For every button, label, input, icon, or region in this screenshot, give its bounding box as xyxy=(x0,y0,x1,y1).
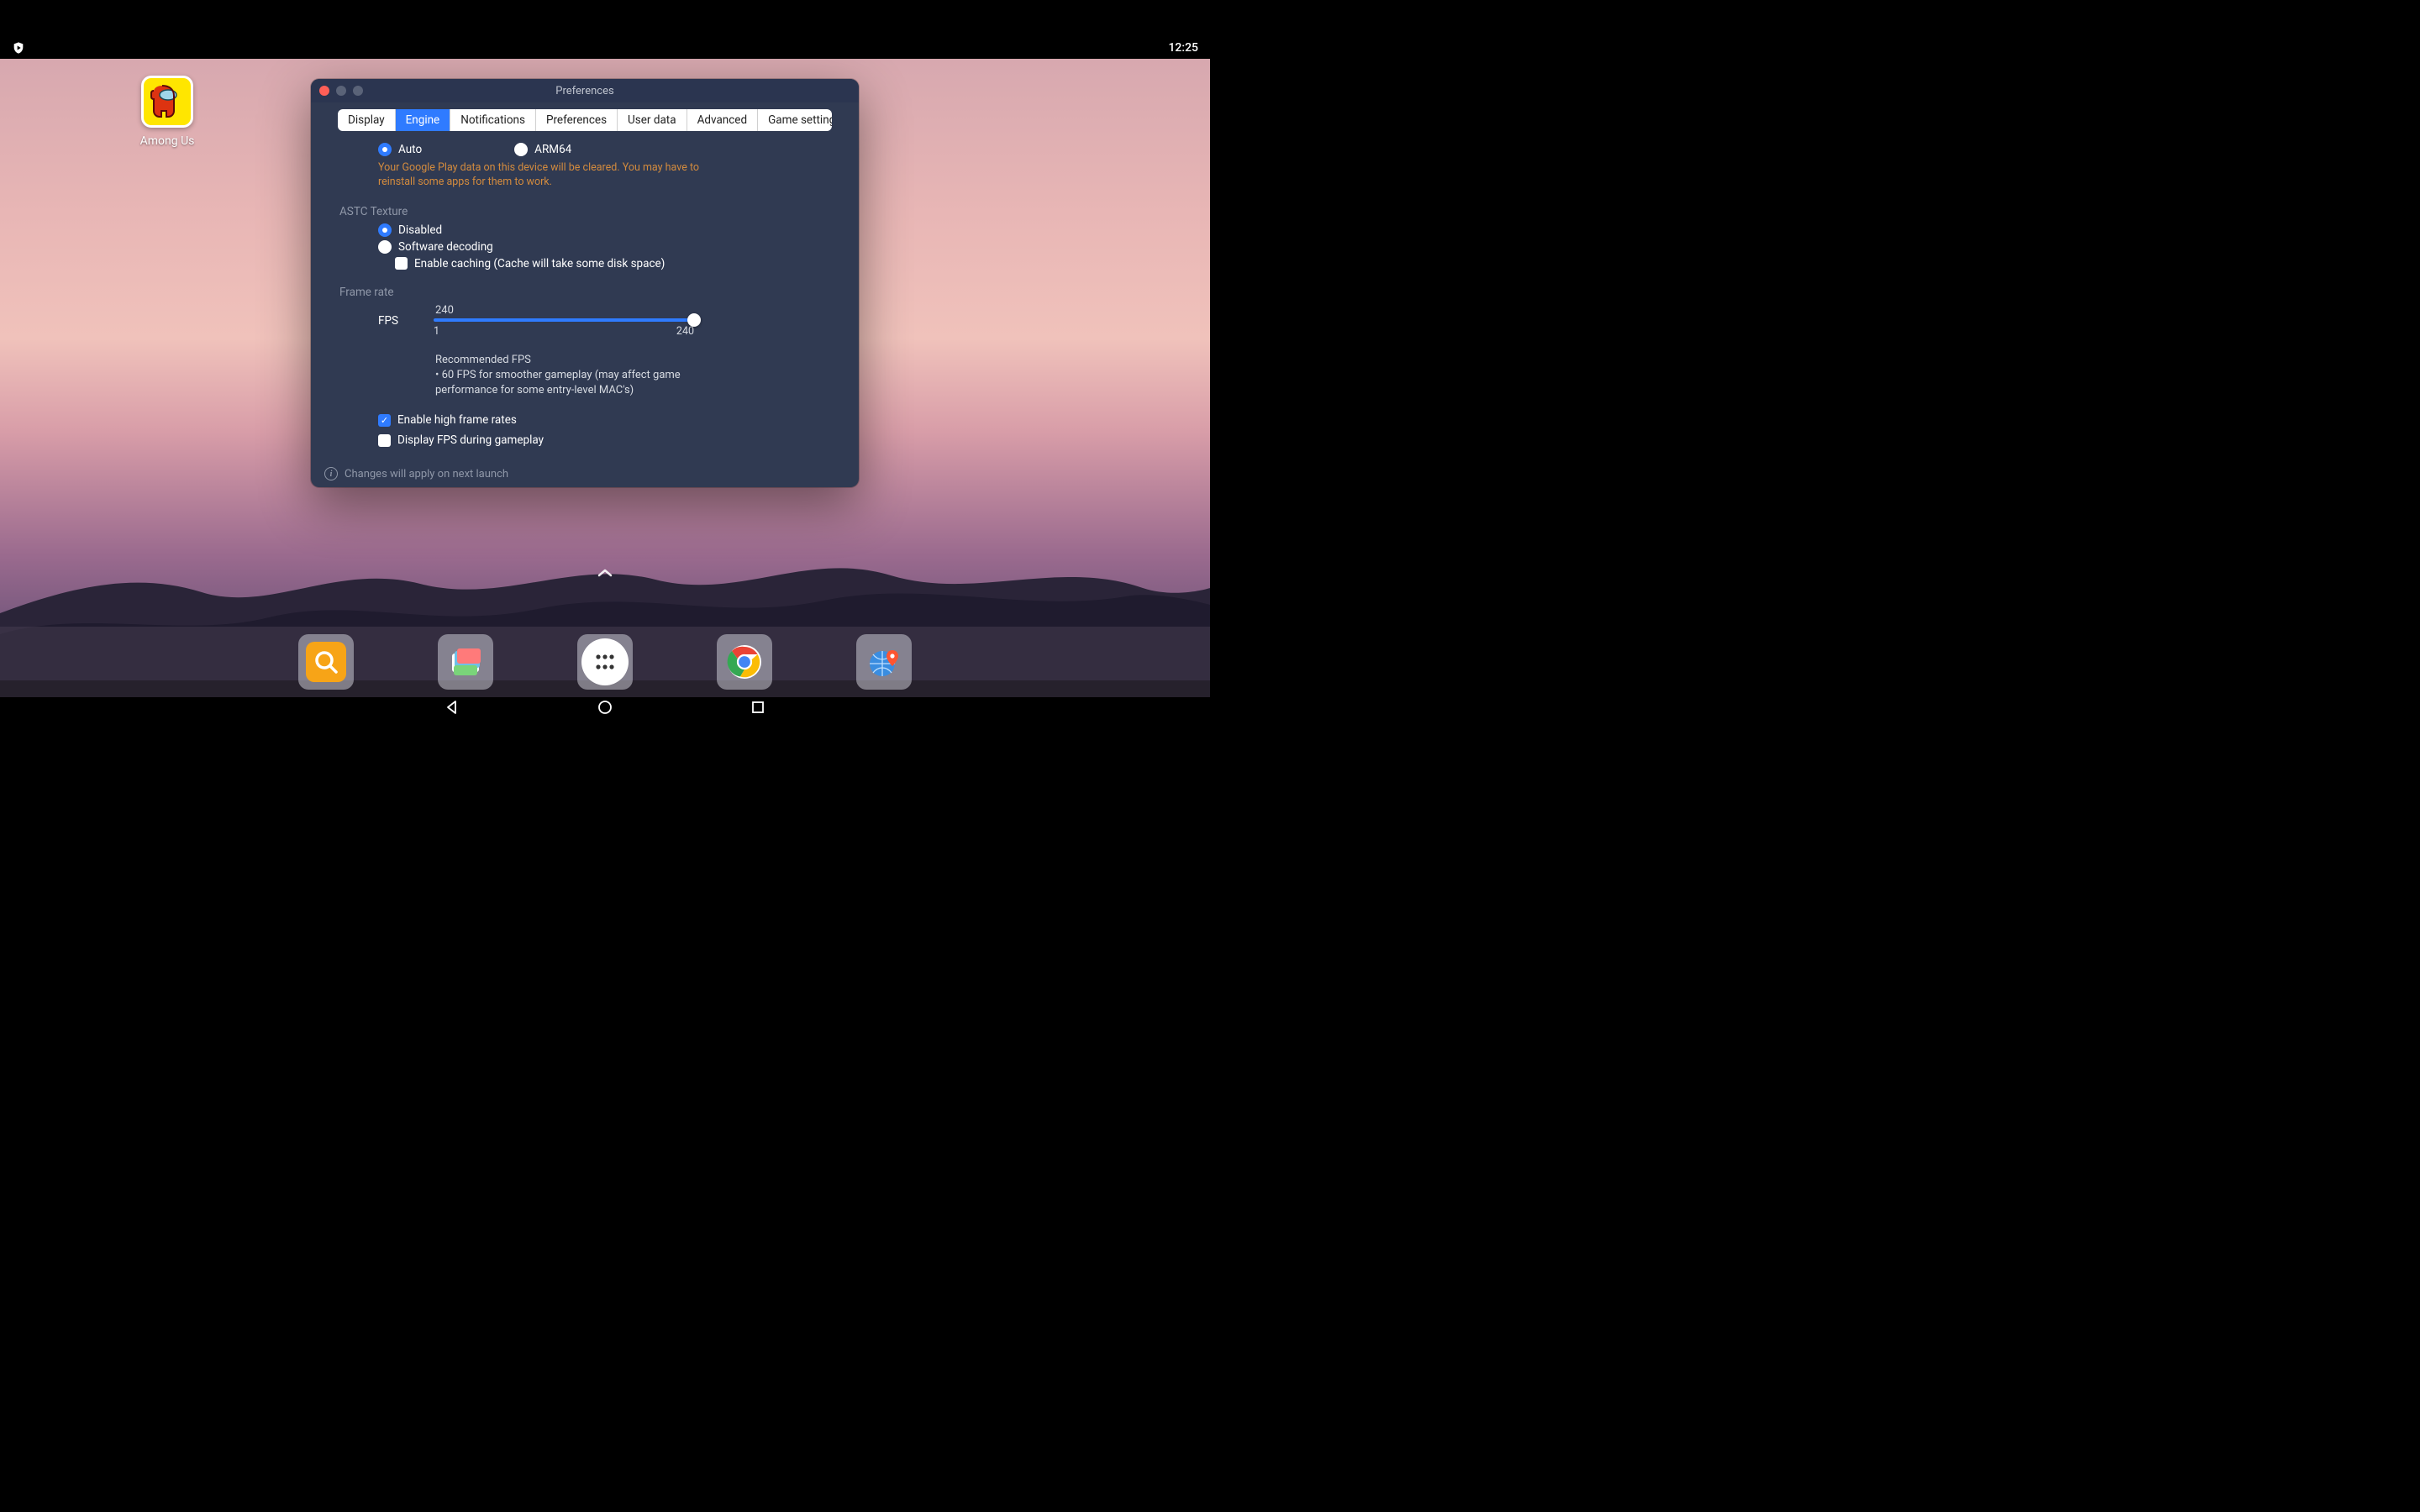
radio-dot-icon xyxy=(514,143,528,156)
tab-engine[interactable]: Engine xyxy=(396,109,451,131)
tab-display[interactable]: Display xyxy=(338,109,396,131)
tab-preferences[interactable]: Preferences xyxy=(536,109,618,131)
display-fps-label: Display FPS during gameplay xyxy=(397,433,544,447)
app-drawer-handle[interactable] xyxy=(597,564,613,582)
enable-high-fps-checkbox[interactable]: Enable high frame rates xyxy=(378,413,822,427)
dock-app-gallery[interactable] xyxy=(438,634,493,690)
fps-max-label: 240 xyxy=(676,325,694,338)
nav-home[interactable] xyxy=(596,698,614,717)
astc-caching-label: Enable caching (Cache will take some dis… xyxy=(414,257,665,270)
checkbox-icon xyxy=(378,414,391,427)
fps-min-label: 1 xyxy=(434,325,439,338)
window-minimize-button[interactable] xyxy=(336,86,346,96)
astc-software-label: Software decoding xyxy=(398,240,493,254)
fps-value: 240 xyxy=(435,304,694,317)
info-icon: i xyxy=(324,467,338,480)
arch-radio-auto[interactable]: Auto xyxy=(378,143,422,156)
recommended-fps-body: • 60 FPS for smoother gameplay (may affe… xyxy=(435,368,687,398)
recommended-fps-title: Recommended FPS xyxy=(435,353,687,368)
dock-app-drawer[interactable] xyxy=(577,634,633,690)
desktop-app-among-us[interactable]: Among Us xyxy=(134,76,200,148)
checkbox-icon xyxy=(395,257,408,270)
android-navbar xyxy=(0,697,1210,717)
tab-user-data[interactable]: User data xyxy=(618,109,687,131)
enable-high-fps-label: Enable high frame rates xyxy=(397,413,517,427)
footer-note-text: Changes will apply on next launch xyxy=(345,468,508,480)
nav-recents[interactable] xyxy=(749,698,767,717)
tab-notifications[interactable]: Notifications xyxy=(450,109,536,131)
arch-arm64-label: ARM64 xyxy=(534,143,571,156)
letterbox-top xyxy=(0,0,1210,37)
arch-auto-label: Auto xyxy=(398,143,422,156)
window-zoom-button[interactable] xyxy=(353,86,363,96)
dock-app-maps[interactable] xyxy=(856,634,912,690)
shield-play-icon xyxy=(12,41,25,55)
prefs-tabs: Display Engine Notifications Preferences… xyxy=(338,109,832,131)
radio-dot-icon xyxy=(378,143,392,156)
tab-advanced[interactable]: Advanced xyxy=(687,109,759,131)
radio-dot-icon xyxy=(378,223,392,237)
astc-radio-disabled[interactable]: Disabled xyxy=(378,223,822,237)
display-fps-checkbox[interactable]: Display FPS during gameplay xyxy=(378,433,822,447)
slider-thumb-icon[interactable] xyxy=(687,313,701,327)
preferences-window: Preferences Display Engine Notifications… xyxy=(311,79,859,487)
desktop-app-label: Among Us xyxy=(134,134,200,148)
radio-dot-icon xyxy=(378,240,392,254)
section-frame-rate-label: Frame rate xyxy=(339,286,822,299)
window-title: Preferences xyxy=(555,85,613,97)
astc-disabled-label: Disabled xyxy=(398,223,442,237)
nav-back[interactable] xyxy=(443,698,461,717)
section-astc-label: ASTC Texture xyxy=(339,205,822,218)
astc-caching-checkbox[interactable]: Enable caching (Cache will take some dis… xyxy=(395,257,822,270)
arch-radio-arm64[interactable]: ARM64 xyxy=(514,143,571,156)
dock xyxy=(0,627,1210,697)
fps-label: FPS xyxy=(378,314,398,328)
android-statusbar: 12:25 xyxy=(0,37,1210,59)
astc-radio-software[interactable]: Software decoding xyxy=(378,240,822,254)
window-titlebar[interactable]: Preferences xyxy=(311,79,859,102)
fps-slider[interactable] xyxy=(434,318,694,322)
window-close-button[interactable] xyxy=(319,86,329,96)
tab-game-settings[interactable]: Game settings xyxy=(758,109,832,131)
dock-app-search[interactable] xyxy=(298,634,354,690)
letterbox-bottom xyxy=(0,717,1210,756)
arch-warning-text: Your Google Play data on this device wil… xyxy=(378,161,731,190)
dock-app-chrome[interactable] xyxy=(717,634,772,690)
checkbox-icon xyxy=(378,434,391,447)
status-time: 12:25 xyxy=(1168,41,1198,55)
